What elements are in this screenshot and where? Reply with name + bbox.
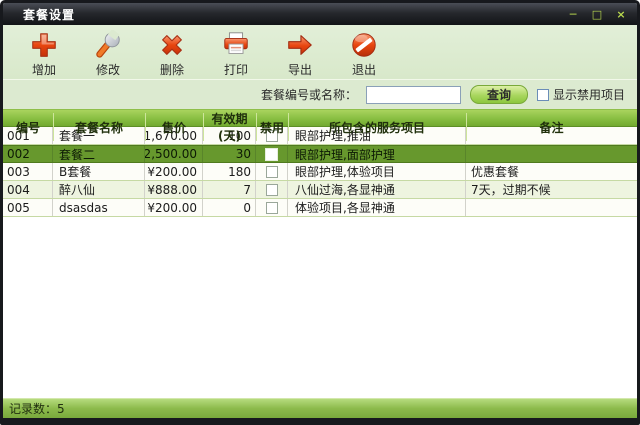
disabled-checkbox[interactable] [266, 184, 278, 196]
cell-services: 体验项目,各显神通 [288, 199, 466, 216]
cell-id: 005 [3, 199, 53, 216]
export-button[interactable]: 导出 [271, 28, 329, 78]
print-button-label: 打印 [224, 61, 248, 78]
cell-price: ¥200.00 [145, 199, 203, 216]
table-row[interactable]: 003 B套餐 ¥200.00 180 眼部护理,体验项目 优惠套餐 [3, 163, 637, 181]
record-count-label: 记录数：5 [9, 400, 65, 417]
exit-no-entry-icon [349, 30, 379, 60]
cell-name: B套餐 [53, 163, 145, 180]
cell-id: 002 [3, 146, 53, 162]
cell-disabled [256, 199, 288, 216]
packages-table: 编号 套餐名称 售价 有效期(天) 禁用 所包含的服务项目 备注 001 套餐一… [3, 109, 637, 217]
exit-button[interactable]: 退出 [335, 28, 393, 78]
cell-note: 7天，过期不候 [466, 181, 637, 198]
search-row: 套餐编号或名称： 查询 显示禁用项目 [3, 80, 637, 109]
empty-client-area [3, 217, 637, 398]
search-label: 套餐编号或名称： [261, 86, 357, 103]
cell-note: 优惠套餐 [466, 163, 637, 180]
wrench-icon [93, 30, 123, 60]
cell-price: ¥2,500.00 [145, 146, 203, 162]
delete-button-label: 删除 [160, 61, 184, 78]
cell-days: 180 [203, 163, 256, 180]
add-button-label: 增加 [32, 61, 56, 78]
cell-id: 003 [3, 163, 53, 180]
cell-days: 7 [203, 181, 256, 198]
table-row-selected[interactable]: 002 套餐二 ¥2,500.00 30 眼部护理,面部护理 [3, 145, 637, 163]
disabled-checkbox[interactable] [266, 202, 278, 214]
header-cell-name: 套餐名称 [53, 110, 145, 144]
cell-services: 眼部护理,体验项目 [288, 163, 466, 180]
cell-note [466, 146, 637, 162]
cell-id: 004 [3, 181, 53, 198]
window-title: 套餐设置 [23, 6, 75, 23]
add-plus-icon [29, 30, 59, 60]
modify-button-label: 修改 [96, 61, 120, 78]
export-arrow-icon [285, 30, 315, 60]
status-bar: 记录数：5 [3, 398, 637, 418]
cell-disabled [256, 181, 288, 198]
show-disabled-label: 显示禁用项目 [553, 86, 625, 103]
delete-button[interactable]: 删除 [143, 28, 201, 78]
table-header-row: 编号 套餐名称 售价 有效期(天) 禁用 所包含的服务项目 备注 [3, 109, 637, 127]
header-cell-note: 备注 [466, 110, 637, 144]
modify-button[interactable]: 修改 [79, 28, 137, 78]
app-window: 套餐设置 ─ □ × 增加 [0, 0, 640, 425]
close-button[interactable]: × [613, 7, 629, 21]
print-button[interactable]: 打印 [207, 28, 265, 78]
cell-price: ¥200.00 [145, 163, 203, 180]
cell-days: 30 [203, 146, 256, 162]
table-row[interactable]: 005 dsasdas ¥200.00 0 体验项目,各显神通 [3, 199, 637, 217]
printer-icon [221, 30, 251, 60]
add-button[interactable]: 增加 [15, 28, 73, 78]
export-button-label: 导出 [288, 61, 312, 78]
cell-days: 0 [203, 199, 256, 216]
cell-note [466, 199, 637, 216]
show-disabled-toggle[interactable]: 显示禁用项目 [537, 86, 625, 103]
delete-x-icon [157, 30, 187, 60]
disabled-checkbox[interactable] [265, 148, 278, 161]
show-disabled-checkbox[interactable] [537, 89, 549, 101]
header-cell-price: 售价 [145, 110, 203, 144]
cell-services: 眼部护理,面部护理 [288, 146, 466, 162]
header-cell-services: 所包含的服务项目 [288, 110, 466, 144]
cell-services: 八仙过海,各显神通 [288, 181, 466, 198]
exit-button-label: 退出 [352, 61, 376, 78]
cell-name: 套餐二 [53, 146, 145, 162]
table-row[interactable]: 004 醉八仙 ¥888.00 7 八仙过海,各显神通 7天，过期不候 [3, 181, 637, 199]
disabled-checkbox[interactable] [266, 166, 278, 178]
maximize-button[interactable]: □ [589, 7, 605, 21]
query-button[interactable]: 查询 [470, 85, 528, 104]
cell-name: 醉八仙 [53, 181, 145, 198]
toolbar: 增加 修改 [3, 25, 637, 80]
cell-disabled [256, 163, 288, 180]
cell-price: ¥888.00 [145, 181, 203, 198]
header-cell-days: 有效期(天) [203, 110, 256, 144]
cell-disabled [256, 146, 288, 162]
minimize-button[interactable]: ─ [565, 7, 581, 21]
titlebar: 套餐设置 ─ □ × [3, 3, 637, 25]
search-input[interactable] [366, 86, 461, 104]
header-cell-id: 编号 [3, 110, 53, 144]
window-controls: ─ □ × [565, 7, 629, 21]
cell-name: dsasdas [53, 199, 145, 216]
header-cell-disabled: 禁用 [256, 110, 288, 144]
